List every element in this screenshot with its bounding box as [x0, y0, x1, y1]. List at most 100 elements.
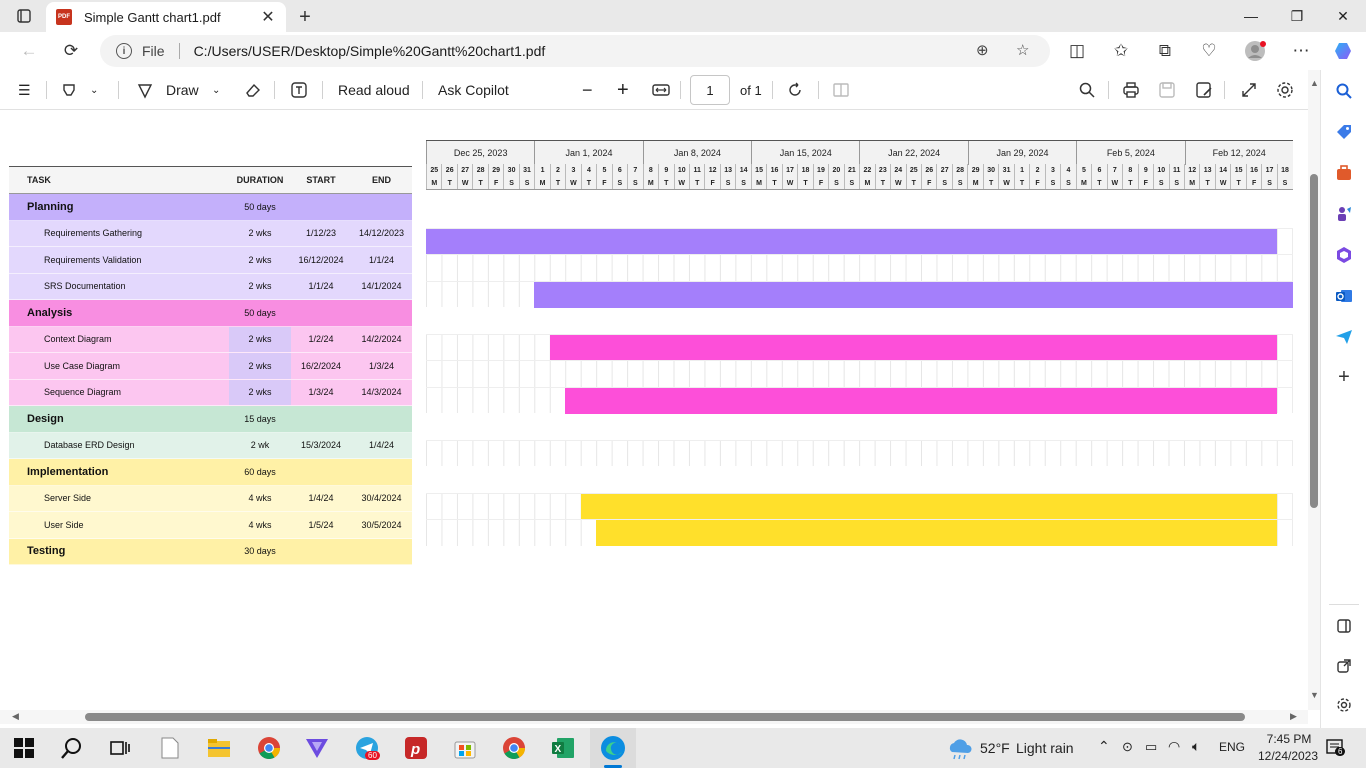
- shopping-tag-icon[interactable]: [1333, 121, 1355, 143]
- fit-width-icon[interactable]: [652, 70, 670, 110]
- chrome-profile-icon[interactable]: [502, 736, 526, 765]
- gantt-weekday-label: M: [426, 177, 441, 189]
- active-tab[interactable]: PDF Simple Gantt chart1.pdf ✕: [46, 2, 286, 32]
- microsoft-365-icon[interactable]: [1333, 244, 1355, 266]
- open-external-icon[interactable]: [1333, 655, 1355, 677]
- draw-button[interactable]: Draw: [136, 70, 199, 110]
- vertical-scroll-thumb[interactable]: [1310, 174, 1318, 508]
- clock-date[interactable]: 12/24/2023: [1252, 749, 1324, 763]
- zoom-icon[interactable]: ⊕: [976, 41, 989, 59]
- browser-essentials-icon[interactable]: ♡: [1198, 40, 1220, 62]
- notepad-icon[interactable]: [160, 736, 180, 765]
- scroll-left-arrow[interactable]: ◀: [12, 711, 19, 722]
- gantt-day-label: 24: [890, 164, 905, 177]
- file-explorer-icon[interactable]: [207, 737, 231, 764]
- profile-avatar[interactable]: [1244, 40, 1266, 62]
- telegram-icon[interactable]: 60: [355, 736, 380, 765]
- gantt-weekday-label: M: [534, 177, 549, 189]
- horizontal-scroll-thumb[interactable]: [85, 713, 1245, 721]
- tray-app-icon[interactable]: ⊙: [1122, 739, 1133, 755]
- microsoft-store-icon[interactable]: [453, 736, 477, 765]
- weather-temperature[interactable]: 52°F: [980, 740, 1010, 756]
- excel-icon[interactable]: X: [551, 736, 575, 765]
- new-tab-button[interactable]: +: [294, 6, 316, 29]
- contents-icon[interactable]: ☰: [18, 70, 31, 110]
- zoom-out-button[interactable]: −: [582, 70, 593, 110]
- settings-gear-icon[interactable]: [1276, 70, 1294, 110]
- edge-taskbar-button[interactable]: [590, 728, 636, 768]
- zoom-in-button[interactable]: +: [617, 70, 629, 110]
- games-icon[interactable]: [1333, 203, 1355, 225]
- rotate-icon[interactable]: [786, 70, 804, 110]
- notification-center-icon[interactable]: 6: [1326, 738, 1346, 763]
- highlight-icon[interactable]: [60, 70, 78, 110]
- windows-start-icon[interactable]: [14, 738, 34, 763]
- horizontal-scrollbar[interactable]: ◀ ▶: [0, 710, 1308, 724]
- split-screen-icon[interactable]: ◫: [1066, 40, 1088, 62]
- taskbar-search-icon[interactable]: [60, 736, 84, 765]
- task-view-icon[interactable]: [110, 738, 130, 763]
- sidebar-layout-icon[interactable]: [1333, 615, 1355, 637]
- add-sidebar-item-icon[interactable]: +: [1333, 366, 1355, 388]
- send-arrow-icon[interactable]: [1333, 326, 1355, 348]
- favorites-icon[interactable]: ✩: [1110, 40, 1132, 62]
- weather-cloud-rain-icon[interactable]: [946, 738, 974, 765]
- copilot-icon[interactable]: [1332, 40, 1354, 62]
- ask-copilot-button[interactable]: Ask Copilot: [438, 70, 509, 110]
- task-row: Use Case Diagram 2 wks 16/2/2024 1/3/24: [9, 353, 412, 380]
- read-aloud-button[interactable]: Read aloud: [338, 70, 410, 110]
- tools-briefcase-icon[interactable]: [1333, 162, 1355, 184]
- weather-condition[interactable]: Light rain: [1016, 740, 1074, 756]
- battery-icon[interactable]: ▭: [1145, 739, 1157, 755]
- sidebar-settings-icon[interactable]: [1333, 694, 1355, 716]
- favorite-star-icon[interactable]: ☆: [1016, 41, 1029, 59]
- gantt-row: [426, 333, 1293, 361]
- page-number-input[interactable]: 1: [690, 75, 730, 105]
- highlight-chevron-down-icon[interactable]: ⌄: [90, 70, 98, 110]
- print-icon[interactable]: [1122, 70, 1140, 110]
- info-icon[interactable]: i: [116, 43, 132, 59]
- vpn-app-icon[interactable]: [305, 737, 329, 764]
- gantt-weekday-label: S: [518, 177, 534, 189]
- windows-taskbar: 60 p X 52°F Light rain ⌃ ⊙ ▭ ◠ 🔈︎ ENG 7:…: [0, 728, 1366, 768]
- gantt-day-label: 2: [1029, 164, 1044, 177]
- gantt-weekday-label: S: [735, 177, 750, 189]
- scroll-up-arrow[interactable]: ▲: [1310, 78, 1319, 88]
- search-icon[interactable]: [1078, 70, 1096, 110]
- more-menu-icon[interactable]: ⋯: [1290, 40, 1312, 62]
- task-name: Testing: [27, 545, 66, 558]
- text-box-icon[interactable]: [290, 70, 308, 110]
- scroll-right-arrow[interactable]: ▶: [1290, 711, 1297, 722]
- volume-icon[interactable]: 🔈︎: [1192, 738, 1200, 755]
- refresh-icon[interactable]: ⟳: [60, 40, 82, 62]
- gantt-day-label: 18: [1276, 164, 1292, 177]
- url-text[interactable]: C:/Users/USER/Desktop/Simple%20Gantt%20c…: [194, 43, 546, 59]
- scroll-down-arrow[interactable]: ▼: [1310, 690, 1319, 700]
- tab-close-icon[interactable]: ✕: [260, 7, 276, 27]
- back-icon[interactable]: ←: [18, 40, 40, 62]
- wifi-icon[interactable]: ◠: [1168, 738, 1180, 755]
- chrome-icon[interactable]: [257, 736, 281, 765]
- vertical-scrollbar[interactable]: ▲ ▼: [1308, 70, 1320, 710]
- gantt-day-label: 12: [1183, 164, 1199, 177]
- clock-time[interactable]: 7:45 PM: [1258, 732, 1320, 746]
- draw-chevron-down-icon[interactable]: ⌄: [212, 70, 220, 110]
- eraser-icon[interactable]: [244, 70, 262, 110]
- task-row: Requirements Gathering 2 wks 1/12/23 14/12/…: [9, 220, 412, 247]
- pdf-document-area[interactable]: TASK DURATION START END Planning 50 days R…: [0, 111, 1308, 710]
- language-indicator[interactable]: ENG: [1219, 740, 1245, 754]
- address-bar[interactable]: i File C:/Users/USER/Desktop/Simple%20Ga…: [100, 35, 1050, 67]
- fullscreen-icon[interactable]: [1240, 70, 1258, 110]
- gantt-day-label: 22: [859, 164, 874, 177]
- outlook-icon[interactable]: [1333, 285, 1355, 307]
- collections-icon[interactable]: ⧉: [1154, 40, 1176, 62]
- minimize-button[interactable]: —: [1228, 0, 1274, 32]
- tab-actions-button[interactable]: [8, 5, 40, 27]
- tray-chevron-up-icon[interactable]: ⌃: [1098, 738, 1110, 755]
- restore-button[interactable]: ❐: [1274, 0, 1320, 32]
- gantt-weekday-label: S: [503, 177, 518, 189]
- sidebar-search-icon[interactable]: [1333, 80, 1355, 102]
- psiphon-icon[interactable]: p: [404, 736, 428, 765]
- save-as-icon[interactable]: [1195, 70, 1213, 110]
- close-window-button[interactable]: ✕: [1320, 0, 1366, 32]
